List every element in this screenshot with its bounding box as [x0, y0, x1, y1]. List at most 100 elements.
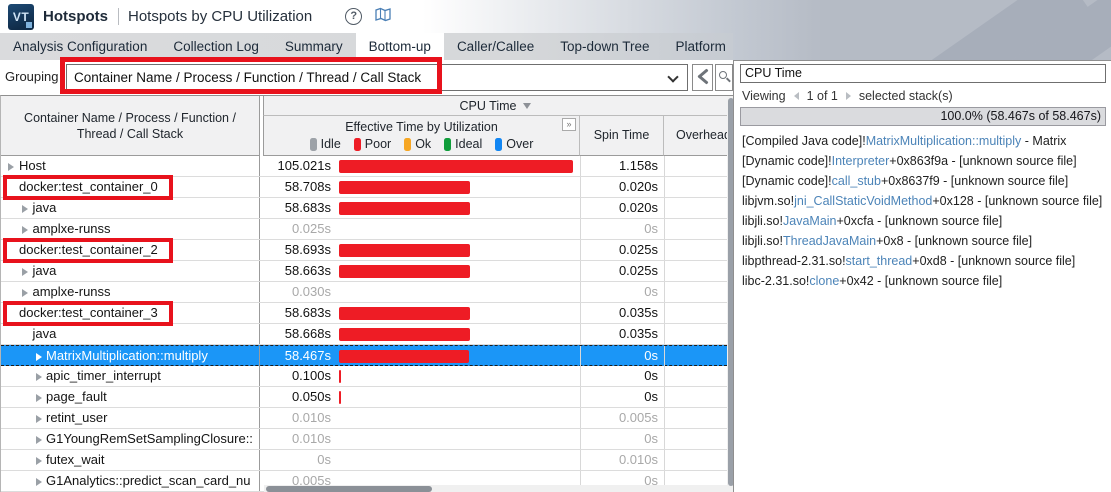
expand-icon[interactable]: [8, 163, 14, 171]
expand-icon[interactable]: [36, 394, 42, 402]
frame-function-link[interactable]: start_thread: [846, 254, 913, 268]
overhead-value: [664, 282, 727, 302]
column-header-cpu-time[interactable]: CPU Time: [263, 96, 727, 116]
help-icon[interactable]: ?: [345, 8, 362, 25]
table-row[interactable]: Host105.021s1.158s: [1, 156, 727, 177]
tab-summary[interactable]: Summary: [272, 33, 356, 60]
next-stack-icon[interactable]: [846, 92, 851, 100]
legend-label: Ideal: [455, 137, 482, 151]
frame-function-link[interactable]: MatrixMultiplication::multiply: [866, 134, 1022, 148]
stack-frame[interactable]: [Dynamic code]!Interpreter+0x863f9a - [u…: [734, 151, 1111, 171]
table-row[interactable]: docker:test_container_358.683s0.035s: [1, 303, 727, 324]
search-button[interactable]: [715, 64, 733, 91]
table-row[interactable]: java58.663s0.025s: [1, 261, 727, 282]
table-row[interactable]: docker:test_container_258.693s0.025s: [1, 240, 727, 261]
stack-frame[interactable]: libpthread-2.31.so!start_thread+0xd8 - […: [734, 251, 1111, 271]
spin-time-value: 0.010s: [580, 450, 664, 470]
expand-icon[interactable]: [36, 457, 42, 465]
tab-top-down-tree[interactable]: Top-down Tree: [547, 33, 662, 60]
stack-frame[interactable]: libjli.so!JavaMain+0xcfa - [unknown sour…: [734, 211, 1111, 231]
horizontal-scrollbar[interactable]: [264, 485, 727, 492]
tree-cell[interactable]: MatrixMultiplication::multiply: [1, 346, 260, 366]
tab-collection-log[interactable]: Collection Log: [160, 33, 272, 60]
poor-utilization-bar: [339, 202, 470, 215]
spin-time-value: 0s: [580, 366, 664, 386]
tree-cell[interactable]: docker:test_container_0: [1, 177, 260, 197]
overhead-value: [664, 219, 727, 239]
table-row[interactable]: MatrixMultiplication::multiply58.467s0s: [1, 345, 727, 366]
customize-grouping-button[interactable]: [692, 64, 713, 91]
stack-frame[interactable]: [Compiled Java code]!MatrixMultiplicatio…: [734, 131, 1111, 151]
expand-icon[interactable]: [22, 289, 28, 297]
expand-icon[interactable]: [36, 415, 42, 423]
tree-cell[interactable]: docker:test_container_3: [1, 303, 260, 323]
tab-analysis-configuration[interactable]: Analysis Configuration: [0, 33, 160, 60]
frame-function-link[interactable]: Interpreter: [832, 154, 890, 168]
expand-column-icon[interactable]: »: [562, 118, 576, 131]
tree-cell[interactable]: java: [1, 261, 260, 281]
column-header-spin-time[interactable]: Spin Time: [580, 116, 664, 156]
stack-metric-select[interactable]: CPU Time: [740, 64, 1106, 83]
utilization-bar-cell: [335, 387, 580, 407]
horizontal-scrollbar-thumb[interactable]: [266, 486, 432, 492]
frame-function-link[interactable]: jni_CallStaticVoidMethod: [794, 194, 932, 208]
expand-icon[interactable]: [36, 436, 42, 444]
utilization-bar-cell: [335, 282, 580, 302]
spin-time-value: 1.158s: [580, 156, 664, 176]
grouping-select[interactable]: Container Name / Process / Function / Th…: [66, 64, 688, 91]
expand-icon[interactable]: [36, 353, 42, 361]
table-row[interactable]: retint_user0.010s0.005s: [1, 408, 727, 429]
tree-cell[interactable]: apic_timer_interrupt: [1, 366, 260, 386]
tree-cell[interactable]: G1Analytics::predict_scan_card_nu: [1, 471, 260, 491]
tree-cell[interactable]: amplxe-runss: [1, 282, 260, 302]
frame-function-link[interactable]: ThreadJavaMain: [783, 234, 876, 248]
hammer-icon: [697, 74, 708, 84]
view-title[interactable]: Hotspots by CPU Utilization: [128, 8, 312, 25]
frame-function-link[interactable]: JavaMain: [783, 214, 837, 228]
column-header-tree[interactable]: Container Name / Process / Function / Th…: [1, 96, 260, 156]
tree-cell[interactable]: futex_wait: [1, 450, 260, 470]
tree-cell[interactable]: G1YoungRemSetSamplingClosure::: [1, 429, 260, 449]
overhead-value: [664, 408, 727, 428]
frame-function-link[interactable]: clone: [809, 274, 839, 288]
stack-frame[interactable]: libjvm.so!jni_CallStaticVoidMethod+0x128…: [734, 191, 1111, 211]
table-row[interactable]: futex_wait0s0.010s: [1, 450, 727, 471]
stack-frame[interactable]: [Dynamic code]!call_stub+0x8637f9 - [unk…: [734, 171, 1111, 191]
tab-platform[interactable]: Platform: [663, 33, 739, 60]
table-row[interactable]: amplxe-runss0.030s0s: [1, 282, 727, 303]
table-row[interactable]: G1YoungRemSetSamplingClosure::0.010s0s: [1, 429, 727, 450]
table-row[interactable]: docker:test_container_058.708s0.020s: [1, 177, 727, 198]
tree-cell[interactable]: amplxe-runss: [1, 219, 260, 239]
stack-frame[interactable]: libc-2.31.so!clone+0x42 - [unknown sourc…: [734, 271, 1111, 291]
overhead-value: [664, 303, 727, 323]
table-row[interactable]: java58.668s0.035s: [1, 324, 727, 345]
table-row[interactable]: apic_timer_interrupt0.100s0s: [1, 366, 727, 387]
table-row[interactable]: page_fault0.050s0s: [1, 387, 727, 408]
tree-node-label: docker:test_container_3: [1, 303, 158, 323]
guide-map-icon[interactable]: [375, 7, 391, 27]
column-header-overhead[interactable]: Overhead: [664, 116, 727, 156]
banner-decoration: [731, 0, 1111, 60]
tree-cell[interactable]: retint_user: [1, 408, 260, 428]
tree-cell[interactable]: java: [1, 324, 260, 344]
tree-cell[interactable]: Host: [1, 156, 260, 176]
tree-cell[interactable]: java: [1, 198, 260, 218]
tab-caller-callee[interactable]: Caller/Callee: [444, 33, 547, 60]
expand-icon[interactable]: [36, 373, 42, 381]
call-stack-panel: CPU Time Viewing 1 of 1 selected stack(s…: [733, 60, 1111, 492]
stack-frame[interactable]: libjli.so!ThreadJavaMain+0x8 - [unknown …: [734, 231, 1111, 251]
previous-stack-icon[interactable]: [794, 92, 799, 100]
column-header-effective-time[interactable]: Effective Time by Utilization IdlePoorOk…: [263, 116, 580, 156]
tree-cell[interactable]: page_fault: [1, 387, 260, 407]
tree-cell[interactable]: docker:test_container_2: [1, 240, 260, 260]
frame-function-link[interactable]: call_stub: [832, 174, 881, 188]
utilization-bar-cell: [335, 450, 580, 470]
frame-offset-source: - Matrix: [1021, 134, 1066, 148]
expand-icon[interactable]: [22, 205, 28, 213]
table-row[interactable]: amplxe-runss0.025s0s: [1, 219, 727, 240]
expand-icon[interactable]: [22, 268, 28, 276]
expand-icon[interactable]: [22, 226, 28, 234]
table-row[interactable]: java58.683s0.020s: [1, 198, 727, 219]
expand-icon[interactable]: [36, 478, 42, 486]
tab-bottom-up[interactable]: Bottom-up: [356, 33, 444, 60]
